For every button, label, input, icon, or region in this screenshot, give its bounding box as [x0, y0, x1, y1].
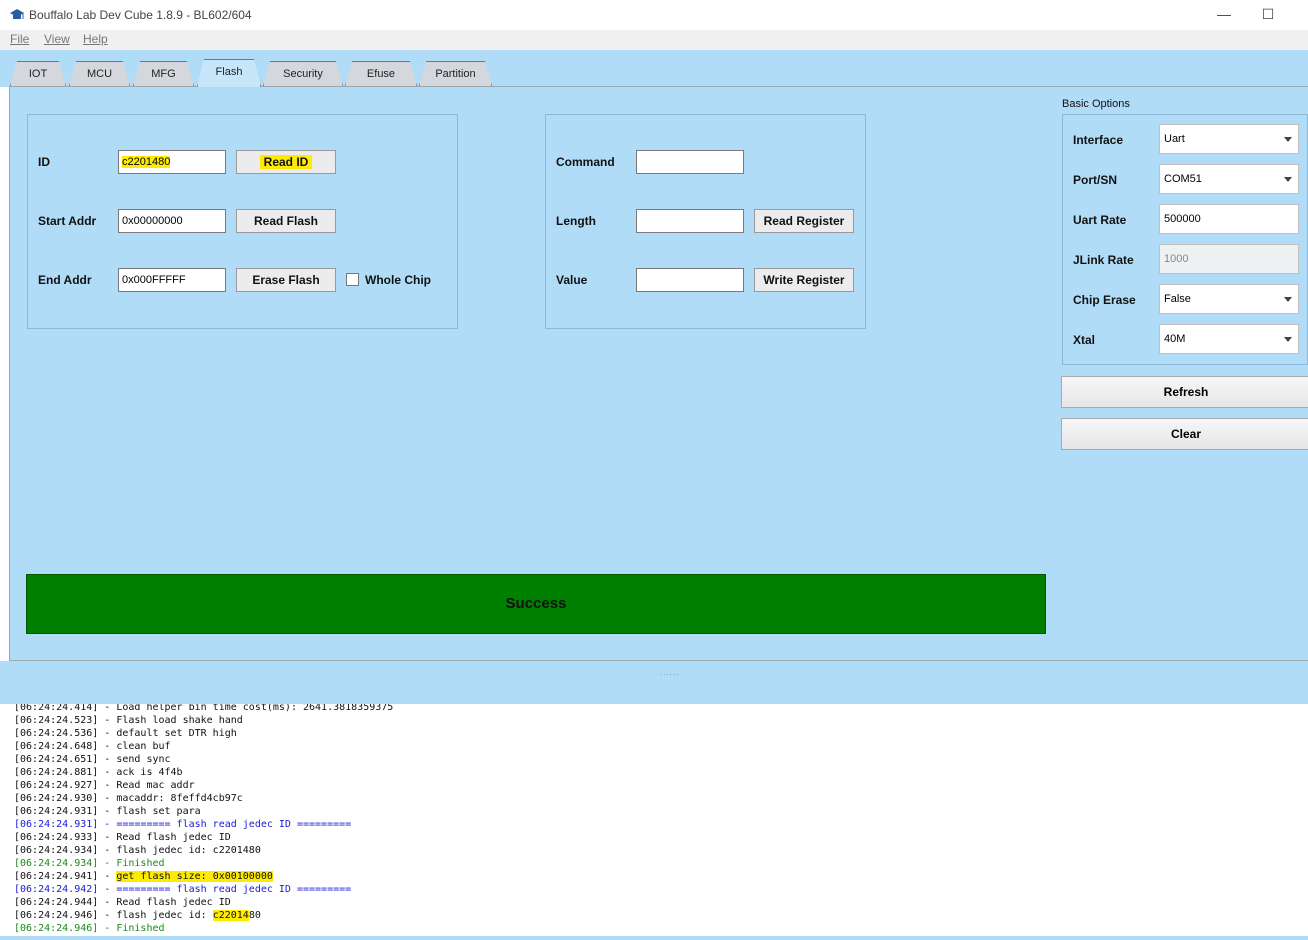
chevron-down-icon — [1284, 177, 1292, 182]
uart-rate-label: Uart Rate — [1073, 213, 1127, 227]
tab-mfg[interactable]: MFG — [133, 61, 194, 86]
log-line: [06:24:24.930] - macaddr: 8feffd4cb97c — [14, 793, 243, 804]
tab-flash[interactable]: Flash — [197, 59, 261, 87]
read-flash-button[interactable]: Read Flash — [236, 209, 336, 233]
jlink-rate-label: JLink Rate — [1073, 253, 1134, 267]
interface-value: Uart — [1164, 133, 1185, 145]
port-label: Port/SN — [1073, 173, 1118, 187]
tab-mcu[interactable]: MCU — [69, 61, 130, 86]
status-bar: Success — [26, 574, 1046, 634]
read-id-button[interactable]: Read ID — [236, 150, 336, 174]
id-label: ID — [38, 155, 50, 169]
log-line: [06:24:24.934] - flash jedec id: c220148… — [14, 845, 261, 856]
log-line-highlight: get flash size: 0x00100000 — [116, 871, 273, 882]
write-register-button[interactable]: Write Register — [754, 268, 854, 292]
length-field[interactable] — [636, 209, 744, 233]
maximize-button[interactable]: ☐ — [1253, 4, 1283, 26]
menu-view[interactable]: View — [44, 32, 70, 46]
log-line: [06:24:24.941] - get flash size: 0x00100… — [14, 870, 273, 883]
tab-security[interactable]: Security — [263, 61, 343, 86]
uart-rate-field[interactable]: 500000 — [1159, 204, 1299, 234]
chevron-down-icon — [1284, 337, 1292, 342]
log-line: [06:24:24.944] - Read flash jedec ID — [14, 897, 231, 908]
tab-iot[interactable]: IOT — [10, 61, 66, 86]
chip-erase-value: False — [1164, 293, 1191, 305]
menu-bar: File View Help — [0, 30, 1308, 50]
app-logo-icon — [10, 9, 24, 19]
chevron-down-icon — [1284, 297, 1292, 302]
jlink-rate-field: 1000 — [1159, 244, 1299, 274]
port-value: COM51 — [1164, 173, 1202, 185]
clear-button[interactable]: Clear — [1061, 418, 1308, 450]
log-line: [06:24:24.933] - Read flash jedec ID — [14, 832, 231, 843]
tab-efuse[interactable]: Efuse — [345, 61, 417, 86]
chip-erase-select[interactable]: False — [1159, 284, 1299, 314]
tab-strip — [0, 50, 1308, 87]
id-field[interactable]: c2201480 — [118, 150, 226, 174]
value-field[interactable] — [636, 268, 744, 292]
log-line: [06:24:24.931] - ========= flash read je… — [14, 819, 352, 830]
menu-help[interactable]: Help — [83, 32, 108, 46]
minimize-button[interactable]: — — [1209, 4, 1239, 26]
end-addr-field[interactable]: 0x000FFFFF — [118, 268, 226, 292]
basic-options-title: Basic Options — [1062, 98, 1130, 110]
log-bottom-border — [0, 936, 1308, 940]
log-output[interactable]: [06:24:24.414] - Load helper bin time co… — [0, 704, 1308, 940]
refresh-button[interactable]: Refresh — [1061, 376, 1308, 408]
log-line-suffix: 80 — [248, 910, 261, 921]
xtal-value: 40M — [1164, 333, 1186, 345]
value-label: Value — [556, 273, 588, 287]
log-line: [06:24:24.934] - Finished — [14, 858, 165, 869]
tab-partition[interactable]: Partition — [419, 61, 492, 86]
read-register-button[interactable]: Read Register — [754, 209, 854, 233]
xtal-select[interactable]: 40M — [1159, 324, 1299, 354]
command-field[interactable] — [636, 150, 744, 174]
log-line: [06:24:24.648] - clean buf — [14, 741, 171, 752]
log-line: [06:24:24.927] - Read mac addr — [14, 780, 195, 791]
log-line-prefix: [06:24:24.941] - — [14, 871, 117, 882]
splitter-grip[interactable]: ...... — [660, 668, 679, 677]
log-line: [06:24:24.414] - Load helper bin time co… — [14, 704, 394, 713]
log-line: [06:24:24.946] - Finished — [14, 923, 165, 934]
length-label: Length — [556, 214, 596, 228]
log-line: [06:24:24.523] - Flash load shake hand — [14, 715, 243, 726]
start-addr-field[interactable]: 0x00000000 — [118, 209, 226, 233]
end-addr-label: End Addr — [38, 273, 92, 287]
log-line-prefix: [06:24:24.946] - flash jedec id: — [14, 910, 213, 921]
whole-chip-label: Whole Chip — [365, 273, 431, 287]
log-line: [06:24:24.946] - flash jedec id: c220148… — [14, 909, 261, 922]
window-title: Bouffalo Lab Dev Cube 1.8.9 - BL602/604 — [29, 8, 252, 22]
read-id-label: Read ID — [259, 155, 313, 169]
erase-flash-button[interactable]: Erase Flash — [236, 268, 336, 292]
log-line: [06:24:24.931] - flash set para — [14, 806, 201, 817]
whole-chip-checkbox[interactable] — [346, 273, 359, 286]
log-line: [06:24:24.881] - ack is 4f4b — [14, 767, 183, 778]
start-addr-label: Start Addr — [38, 214, 97, 228]
menu-file[interactable]: File — [10, 32, 29, 46]
log-line: [06:24:24.651] - send sync — [14, 754, 171, 765]
title-bar: Bouffalo Lab Dev Cube 1.8.9 - BL602/604 … — [0, 0, 1308, 30]
port-select[interactable]: COM51 — [1159, 164, 1299, 194]
log-line: [06:24:24.942] - ========= flash read je… — [14, 884, 352, 895]
interface-select[interactable]: Uart — [1159, 124, 1299, 154]
log-line: [06:24:24.536] - default set DTR high — [14, 728, 237, 739]
chevron-down-icon — [1284, 137, 1292, 142]
xtal-label: Xtal — [1073, 333, 1096, 347]
log-line-highlight: c22014 — [212, 910, 249, 921]
chip-erase-label: Chip Erase — [1073, 293, 1136, 307]
splitter-band — [0, 661, 1308, 704]
command-label: Command — [556, 155, 615, 169]
id-value: c2201480 — [122, 156, 171, 168]
interface-label: Interface — [1073, 133, 1124, 147]
